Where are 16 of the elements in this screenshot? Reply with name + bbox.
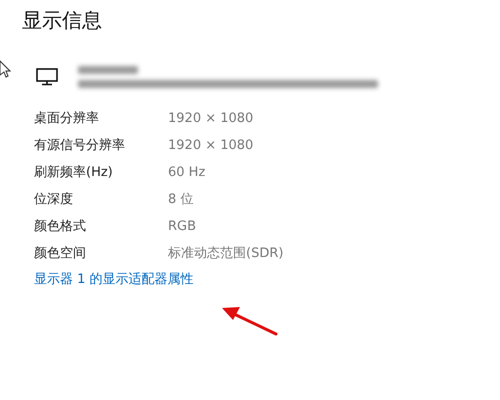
property-label: 颜色格式	[34, 218, 87, 236]
property-label: 桌面分辨率	[34, 110, 100, 128]
property-value: RGB	[168, 218, 198, 236]
property-label: 颜色空间	[34, 245, 87, 263]
property-value: 标准动态范围(SDR)	[168, 245, 284, 263]
property-value: 1920 × 1080	[168, 110, 254, 128]
adapter-properties-link[interactable]: 显示器 1 的显示适配器属性	[34, 271, 194, 289]
page-title: 显示信息	[22, 7, 103, 34]
property-label: 有源信号分辨率	[34, 137, 126, 155]
property-value: 1920 × 1080	[168, 137, 254, 155]
property-label: 位深度	[34, 191, 74, 209]
monitor-icon	[36, 68, 58, 86]
property-value: 8 位	[168, 191, 194, 209]
property-value: 60 Hz	[168, 164, 206, 182]
property-label: 刷新频率(Hz)	[34, 164, 114, 182]
arrow-icon	[220, 304, 280, 338]
